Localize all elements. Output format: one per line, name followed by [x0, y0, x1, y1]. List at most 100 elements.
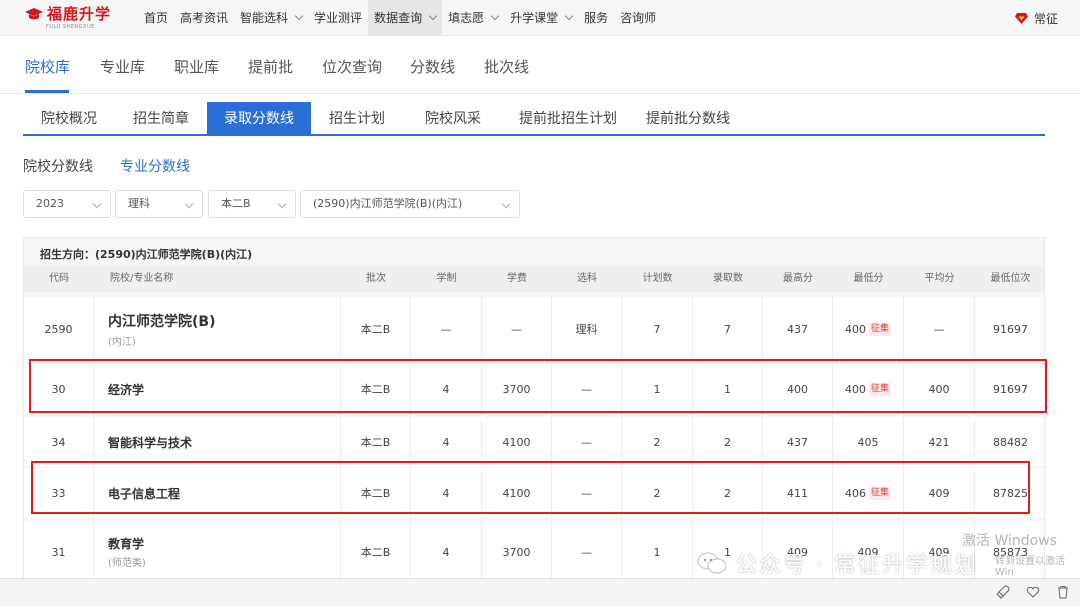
tab-6[interactable]: 提前批分数线 — [633, 102, 743, 136]
topnav-item-4[interactable]: 数据查询 — [368, 0, 443, 36]
cell-years: 4 — [411, 418, 482, 466]
topnav-item-8[interactable]: 咨询师 — [614, 0, 662, 36]
tab-5[interactable]: 提前批招生计划 — [503, 102, 633, 136]
subject-select[interactable]: 理科 — [115, 190, 203, 218]
cell-years: — — [411, 297, 482, 361]
cell-avg: — — [904, 297, 975, 361]
tab-3[interactable]: 招生计划 — [311, 102, 403, 136]
cell-fee: — — [482, 297, 552, 361]
cell-subject: — — [552, 521, 622, 581]
cell-subject: — — [552, 418, 622, 466]
column-header: 代码 — [49, 273, 69, 284]
chevron-down-icon — [501, 199, 511, 209]
tab-2[interactable]: 录取分数线 — [207, 102, 311, 136]
batch-select-value: 本二B — [221, 197, 251, 210]
cell-value: 437 — [787, 435, 808, 449]
cell-value: 7 — [724, 322, 731, 336]
cell-avg: 421 — [904, 418, 975, 466]
table-row[interactable]: 2590 内江师范学院(B) (内江) 本二B — — 理科 7 7 437 400 征集 — 91697 — [24, 297, 1044, 361]
topnav-label: 高考资讯 — [180, 11, 229, 25]
windows-activation-hint: 转到设置以激活 Win — [995, 556, 1065, 578]
cell-value: — — [933, 322, 945, 336]
year-select[interactable]: 2023 — [23, 190, 111, 218]
cell-value: 88482 — [993, 435, 1028, 449]
brand-name: 福鹿升学 — [47, 5, 112, 23]
subnav-item-3[interactable]: 提前批 — [248, 56, 293, 77]
cell-batch: 本二B — [341, 297, 411, 361]
cell-years: 4 — [411, 521, 482, 581]
graduation-cap-icon — [24, 7, 44, 21]
user-name: 常征 — [1033, 12, 1058, 26]
row-name[interactable]: 内江师范学院(B) — [108, 311, 215, 331]
cell-admit: 7 — [693, 297, 763, 361]
rocket-icon[interactable] — [996, 585, 1010, 599]
topnav-label: 学业测评 — [314, 11, 363, 25]
tab-0[interactable]: 院校概况 — [23, 102, 115, 136]
cell-min: 400 征集 — [833, 297, 904, 361]
column-header: 平均分 — [924, 273, 955, 284]
column-header: 学制 — [436, 273, 457, 284]
column-header: 最低分 — [853, 273, 884, 284]
cell-code: 2590 — [24, 297, 94, 361]
cell-fee: 3700 — [482, 521, 552, 581]
topnav-item-1[interactable]: 高考资讯 — [174, 0, 234, 36]
tab-1[interactable]: 招生简章 — [115, 102, 207, 136]
batch-select[interactable]: 本二B — [208, 190, 296, 218]
column-header: 院校/专业名称 — [110, 273, 174, 284]
cell-value: 本二B — [360, 546, 391, 559]
watermark-text: 公众号 · 常征升学规划 — [735, 553, 978, 578]
user-account[interactable]: 常征 — [1014, 10, 1058, 27]
topnav-label: 首页 — [144, 11, 169, 25]
cell-value: 34 — [51, 435, 66, 449]
subnav-item-1[interactable]: 专业库 — [100, 56, 145, 77]
school-tabs: 院校概况 招生简章 录取分数线 招生计划 院校风采 提前批招生计划 提前批分数线 — [23, 102, 1045, 136]
column-header: 选科 — [577, 273, 597, 284]
cell-plan: 2 — [622, 418, 693, 466]
subnav-item-6[interactable]: 批次线 — [484, 56, 529, 77]
row-subname: (师范类) — [108, 558, 146, 569]
subnav-item-5[interactable]: 分数线 — [410, 56, 455, 77]
cell-value: 3700 — [502, 545, 531, 559]
cell-value: 421 — [928, 435, 950, 449]
subtab-0[interactable]: 院校分数线 — [23, 156, 93, 176]
topnav-item-5[interactable]: 填志愿 — [442, 0, 504, 36]
cell-value: 2 — [653, 435, 661, 449]
top-navigation-bar: 福鹿升学 FULU SHENGXUE 首页 高考资讯 智能选科 学业测评 数据查询 填志愿… — [0, 0, 1080, 36]
brand-logo[interactable]: 福鹿升学 FULU SHENGXUE — [24, 5, 112, 30]
school-select[interactable]: (2590)内江师范学院(B)(内江) — [300, 190, 520, 218]
chevron-down-icon — [564, 11, 574, 21]
cell-min: 405 — [833, 418, 904, 466]
supplementary-badge: 征集 — [868, 322, 891, 336]
chevron-down-icon — [428, 11, 438, 21]
topnav-item-7[interactable]: 服务 — [578, 0, 614, 36]
tab-4[interactable]: 院校风采 — [403, 102, 503, 136]
topnav-item-0[interactable]: 首页 — [138, 0, 174, 36]
cell-value: 理科 — [575, 323, 598, 336]
cell-value: 2590 — [44, 322, 73, 336]
cell-value: — — [581, 435, 592, 449]
cell-name: 教育学 (师范类) — [94, 521, 341, 581]
subnav-item-2[interactable]: 职业库 — [174, 56, 219, 77]
table-row[interactable]: 34 智能科学与技术 本二B 4 4100 — 2 2 437 405 421 88482 — [24, 418, 1044, 466]
topnav-item-6[interactable]: 升学课堂 — [504, 0, 578, 36]
enrollment-direction: 招生方向：(2590)内江师范学院(B)(内江) — [40, 248, 253, 261]
cell-value: 31 — [51, 545, 66, 559]
topnav-item-3[interactable]: 学业测评 — [308, 0, 368, 36]
school-select-value: (2590)内江师范学院(B)(内江) — [313, 197, 463, 210]
cell-value: 本二B — [360, 323, 391, 336]
cell-plan: 1 — [622, 521, 693, 581]
topnav-item-2[interactable]: 智能选科 — [234, 0, 308, 36]
chevron-down-icon — [490, 11, 500, 21]
subtab-1[interactable]: 专业分数线 — [120, 156, 190, 176]
cell-code: 34 — [24, 418, 94, 466]
row-name: 教育学 — [108, 537, 145, 551]
chevron-down-icon — [294, 11, 304, 21]
trash-icon[interactable] — [1056, 585, 1070, 599]
cell-value: 91697 — [993, 322, 1028, 336]
heart-icon[interactable] — [1026, 585, 1040, 599]
subnav-item-4[interactable]: 位次查询 — [322, 56, 382, 77]
cell-code: 31 — [24, 521, 94, 581]
subnav-item-0[interactable]: 院校库 — [25, 56, 70, 77]
cell-name: 内江师范学院(B) (内江) — [94, 297, 341, 361]
cell-value: 4 — [442, 435, 450, 449]
